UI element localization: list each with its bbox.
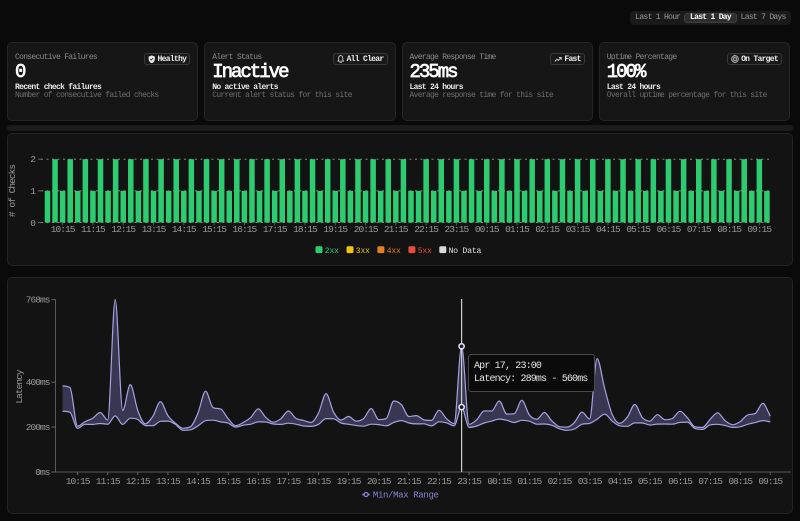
svg-text:19:15: 19:15: [323, 224, 348, 235]
svg-text:16:15: 16:15: [233, 224, 258, 235]
svg-text:768ms: 768ms: [26, 295, 50, 306]
svg-text:23:15: 23:15: [457, 476, 482, 487]
svg-text:09:15: 09:15: [758, 476, 783, 487]
svg-text:12:15: 12:15: [111, 224, 136, 235]
svg-text:3xx: 3xx: [356, 247, 370, 256]
svg-text:0: 0: [30, 218, 36, 229]
svg-text:Latency: Latency: [14, 369, 25, 404]
svg-text:# of Checks: # of Checks: [8, 165, 18, 218]
svg-text:4xx: 4xx: [387, 247, 401, 256]
svg-text:17:15: 17:15: [263, 224, 288, 235]
svg-text:0ms: 0ms: [35, 467, 50, 478]
svg-text:200ms: 200ms: [26, 422, 50, 433]
svg-text:2: 2: [30, 154, 36, 165]
svg-text:18:15: 18:15: [307, 476, 332, 487]
svg-text:22:15: 22:15: [414, 224, 439, 235]
svg-text:14:15: 14:15: [172, 224, 197, 235]
svg-text:23:15: 23:15: [445, 224, 470, 235]
svg-text:08:15: 08:15: [717, 224, 742, 235]
svg-text:10:15: 10:15: [51, 224, 76, 235]
svg-text:01:15: 01:15: [518, 476, 543, 487]
svg-text:15:15: 15:15: [202, 224, 227, 235]
svg-text:09:15: 09:15: [747, 224, 772, 235]
svg-text:07:15: 07:15: [698, 476, 723, 487]
svg-text:15:15: 15:15: [216, 476, 241, 487]
svg-text:10:15: 10:15: [66, 476, 91, 487]
svg-text:02:15: 02:15: [535, 224, 560, 235]
svg-text:04:15: 04:15: [608, 476, 633, 487]
svg-text:04:15: 04:15: [596, 224, 621, 235]
svg-text:17:15: 17:15: [277, 476, 302, 487]
svg-text:08:15: 08:15: [728, 476, 753, 487]
svg-text:20:15: 20:15: [367, 476, 392, 487]
svg-text:07:15: 07:15: [687, 224, 712, 235]
svg-text:20:15: 20:15: [354, 224, 379, 235]
svg-text:2xx: 2xx: [325, 247, 339, 256]
svg-text:1: 1: [30, 186, 36, 197]
svg-text:400ms: 400ms: [26, 377, 50, 388]
svg-text:00:15: 00:15: [475, 224, 500, 235]
svg-text:18:15: 18:15: [293, 224, 318, 235]
svg-text:06:15: 06:15: [657, 224, 682, 235]
svg-text:11:15: 11:15: [96, 476, 121, 487]
svg-text:22:15: 22:15: [427, 476, 452, 487]
svg-text:12:15: 12:15: [126, 476, 151, 487]
svg-text:03:15: 03:15: [578, 476, 603, 487]
svg-text:19:15: 19:15: [337, 476, 362, 487]
svg-text:5xx: 5xx: [418, 247, 432, 256]
svg-text:13:15: 13:15: [156, 476, 181, 487]
svg-text:00:15: 00:15: [487, 476, 512, 487]
svg-text:01:15: 01:15: [505, 224, 530, 235]
svg-text:Min/Max Range: Min/Max Range: [373, 491, 439, 501]
svg-text:05:15: 05:15: [638, 476, 663, 487]
svg-text:13:15: 13:15: [142, 224, 167, 235]
svg-text:05:15: 05:15: [626, 224, 651, 235]
svg-text:No Data: No Data: [449, 247, 482, 256]
svg-text:14:15: 14:15: [186, 476, 211, 487]
svg-text:06:15: 06:15: [668, 476, 693, 487]
svg-text:21:15: 21:15: [384, 224, 409, 235]
svg-text:11:15: 11:15: [81, 224, 106, 235]
svg-text:03:15: 03:15: [566, 224, 591, 235]
svg-text:02:15: 02:15: [548, 476, 573, 487]
svg-text:16:15: 16:15: [246, 476, 271, 487]
svg-text:21:15: 21:15: [397, 476, 422, 487]
